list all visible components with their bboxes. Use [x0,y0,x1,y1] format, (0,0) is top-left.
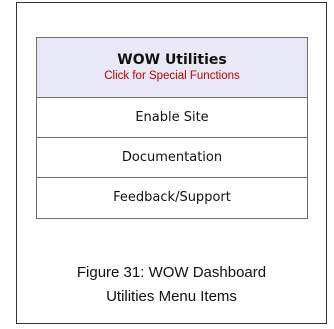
menu-item-documentation[interactable]: Documentation [37,138,307,178]
figure-caption-line-1: Figure 31: WOW Dashboard [76,264,267,281]
utilities-menu-header[interactable]: WOW Utilities Click for Special Function… [37,38,307,98]
utilities-menu: WOW Utilities Click for Special Function… [36,37,308,219]
utilities-menu-title: WOW Utilities [117,52,227,68]
menu-item-enable-site[interactable]: Enable Site [37,98,307,138]
figure-caption: Figure 31: WOW Dashboard Utilities Menu … [17,261,326,309]
figure-frame: WOW Utilities Click for Special Function… [16,2,327,324]
figure-caption-line-2: Utilities Menu Items [106,288,237,305]
menu-item-feedback-support[interactable]: Feedback/Support [37,178,307,218]
utilities-menu-subtitle: Click for Special Functions [104,70,240,82]
